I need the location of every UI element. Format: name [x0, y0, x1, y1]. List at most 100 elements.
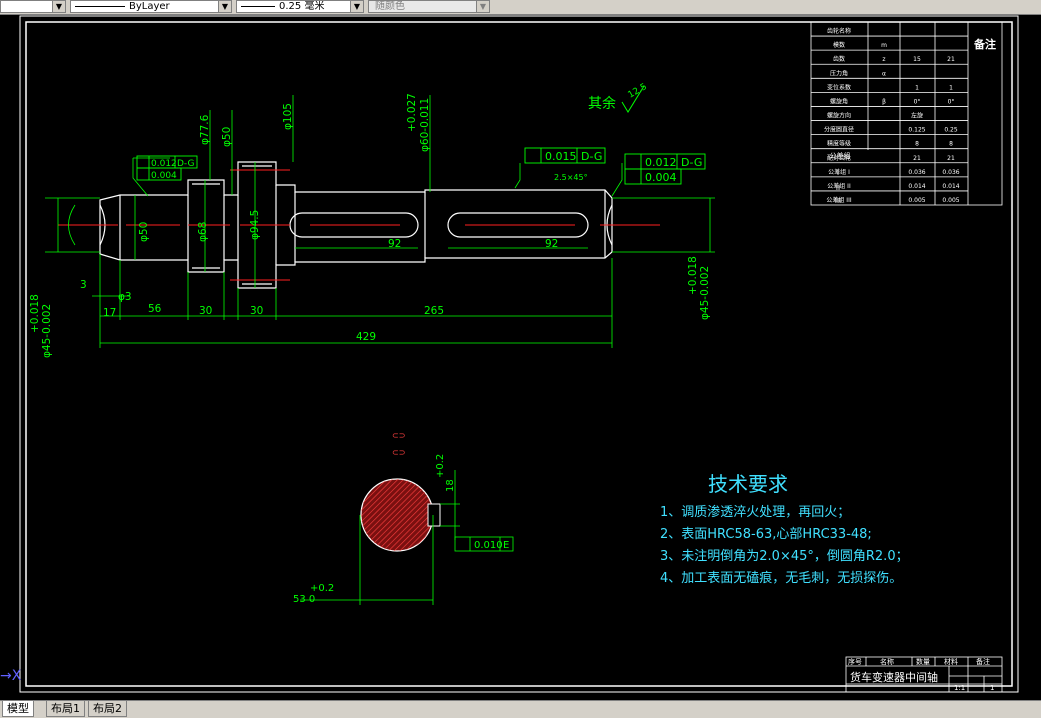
gear-table-cell: 1 — [915, 84, 919, 91]
gear-table-cell: β — [882, 98, 886, 105]
svg-text:序号: 序号 — [848, 657, 862, 666]
plotstyle-dropdown[interactable]: 随颜色 ▼ — [368, 0, 490, 13]
svg-text:4、加工表面无磕痕，无毛刺，无损探伤。: 4、加工表面无磕痕，无毛刺，无损探伤。 — [660, 570, 902, 586]
gear-table-cell: 0° — [948, 98, 955, 105]
dimension-texts: 429 265 56 30 30 17 3 φ3 92 92 φ50 φ68 φ… — [29, 93, 711, 358]
svg-text:12.5: 12.5 — [627, 82, 649, 101]
roman-1: I — [837, 169, 839, 177]
dim-phi45-left-tol: +0.018 — [29, 294, 41, 333]
dim-92b: 92 — [545, 238, 558, 250]
dimension-lines — [45, 95, 715, 348]
gear-table-cell: 模数 — [833, 41, 845, 49]
svg-text:0.010: 0.010 — [474, 540, 503, 551]
svg-text:D-G: D-G — [681, 156, 702, 169]
gear-table-cell: 21 — [947, 155, 955, 162]
drawing-canvas[interactable]: 齿轮名称模数 m 齿数 z 15 21 压力角 α 变位系数 1 1 螺旋角 β 0° 0° 螺旋方向 左旋分度… — [0, 14, 1041, 700]
dim-30b: 30 — [250, 305, 263, 317]
gear-table-cell: 0.014 — [942, 183, 959, 190]
dim-phi45-left: φ45-0.002 — [41, 304, 53, 358]
svg-text:3、未注明倒角为2.0×45°，倒圆角R2.0；: 3、未注明倒角为2.0×45°，倒圆角R2.0； — [660, 549, 909, 564]
section-mark-icon-2: ⊂⊃ — [392, 448, 405, 457]
dim-phi60: φ60-0.011 — [419, 98, 431, 152]
svg-text:0.012: 0.012 — [645, 156, 677, 169]
section-mark-icon: ⊂⊃ — [392, 431, 405, 440]
dim-phi105: φ105 — [282, 103, 294, 130]
dim-phi3: φ3 — [118, 291, 132, 303]
gear-table-cell: 齿数 — [833, 55, 845, 63]
gear-table-cell: z — [882, 56, 885, 63]
chevron-down-icon: ▼ — [218, 1, 231, 12]
svg-text:2、表面HRC58-63,心部HRC33-48;: 2、表面HRC58-63,心部HRC33-48; — [660, 527, 872, 542]
lineweight-value: 0.25 毫米 — [279, 1, 325, 12]
dim-phi776: φ77.6 — [199, 114, 211, 145]
inner-frame — [25, 21, 1013, 687]
plotstyle-value: 随颜色 — [375, 1, 405, 12]
gear-table-cell: 8 — [949, 141, 953, 148]
tolerance-texts: 0.012 D-G 0.004 0.015 D-G 0.012 D-G 0.00… — [151, 150, 702, 184]
svg-text:数量: 数量 — [916, 657, 930, 666]
gear-table-cell: 压力角 — [830, 69, 848, 77]
gear-table-cell: 0.25 — [944, 127, 958, 134]
tab-layout2[interactable]: 布局2 — [88, 701, 127, 717]
svg-text:材料: 材料 — [944, 657, 958, 666]
tech-title: 技术要求 — [708, 472, 788, 496]
layer-dropdown[interactable]: ▼ — [0, 0, 66, 13]
gear-table-cell: 0° — [914, 98, 921, 105]
dim-265: 265 — [424, 305, 444, 317]
dim-phi945: φ94.5 — [249, 210, 261, 240]
layout-tabs: 模型 布局1 布局2 — [0, 700, 1041, 718]
gear-table-cell: 0.005 — [942, 197, 959, 204]
dim-17: 17 — [103, 307, 116, 319]
lineweight-dropdown[interactable]: 0.25 毫米 ▼ — [236, 0, 364, 13]
svg-text:0.015: 0.015 — [545, 150, 577, 163]
svg-text:1: 1 — [990, 684, 994, 692]
dim-429: 429 — [356, 331, 376, 343]
gear-table-cell: 8 — [915, 141, 919, 148]
dim-phi68: φ68 — [197, 222, 209, 242]
svg-text:D-G: D-G — [177, 159, 195, 169]
linetype-value: ByLayer — [129, 1, 170, 12]
properties-toolbar: ▼ ByLayer ▼ 0.25 毫米 ▼ 随颜色 ▼ — [0, 0, 1041, 15]
gear-table-cell: m — [881, 42, 887, 49]
dim-30a: 30 — [199, 305, 212, 317]
gear-table-cell: 21 — [913, 155, 921, 162]
tech-requirements: 1、调质渗透淬火处理，再回火； 2、表面HRC58-63,心部HRC33-48;… — [660, 505, 909, 586]
dim-phi50-top: φ50 — [221, 127, 233, 147]
svg-text:备注: 备注 — [976, 657, 990, 666]
svg-text:1、调质渗透淬火处理，再回火；: 1、调质渗透淬火处理，再回火； — [660, 505, 850, 520]
gear-table-cell: 15 — [913, 56, 921, 63]
svg-text:53 0: 53 0 — [293, 594, 315, 605]
tab-model[interactable]: 模型 — [2, 701, 34, 717]
gear-table-cell: 螺旋方向 — [827, 112, 851, 120]
dim-phi60-tol: +0.027 — [406, 93, 418, 132]
gear-table-cell: 公差组 I — [828, 168, 850, 176]
gear-table-cell: 精度等级 — [827, 140, 851, 148]
dim-phi45-right-tol: +0.018 — [687, 256, 699, 295]
dim-3: 3 — [80, 279, 87, 291]
svg-text:D-G: D-G — [581, 150, 602, 163]
linetype-dropdown[interactable]: ByLayer ▼ — [70, 0, 232, 13]
gear-table-cell: 21 — [947, 56, 955, 63]
svg-text:0.004: 0.004 — [645, 171, 677, 184]
roman-3: III — [835, 197, 841, 205]
ucs-icon: →X — [0, 668, 22, 684]
tolerance-group-label: 公差组 — [830, 151, 851, 160]
svg-text:18: 18 — [445, 479, 456, 492]
gear-table-cell: 左旋 — [911, 112, 923, 120]
svg-text:+0.2: +0.2 — [310, 583, 334, 594]
gear-table-remark: 备注 — [973, 37, 996, 51]
chevron-down-icon: ▼ — [350, 1, 363, 12]
gear-table-cell: α — [882, 70, 886, 77]
tab-layout1[interactable]: 布局1 — [46, 701, 85, 717]
part-name: 货车变速器中间轴 — [850, 670, 938, 684]
gear-table-cell: 齿轮名称 — [827, 27, 851, 35]
chevron-down-icon: ▼ — [52, 1, 65, 12]
gear-table-cell: 螺旋角 — [830, 97, 848, 105]
svg-text:其余: 其余 — [588, 95, 616, 112]
section-view: ⊂⊃ ⊂⊃ — [300, 431, 514, 605]
svg-text:E: E — [503, 540, 509, 551]
svg-text:+0.2: +0.2 — [435, 454, 446, 478]
dim-phi50: φ50 — [138, 222, 150, 242]
roughness-note: 其余 12.5 — [588, 82, 649, 112]
gear-table-cell: 分度圆直径 — [824, 126, 854, 134]
